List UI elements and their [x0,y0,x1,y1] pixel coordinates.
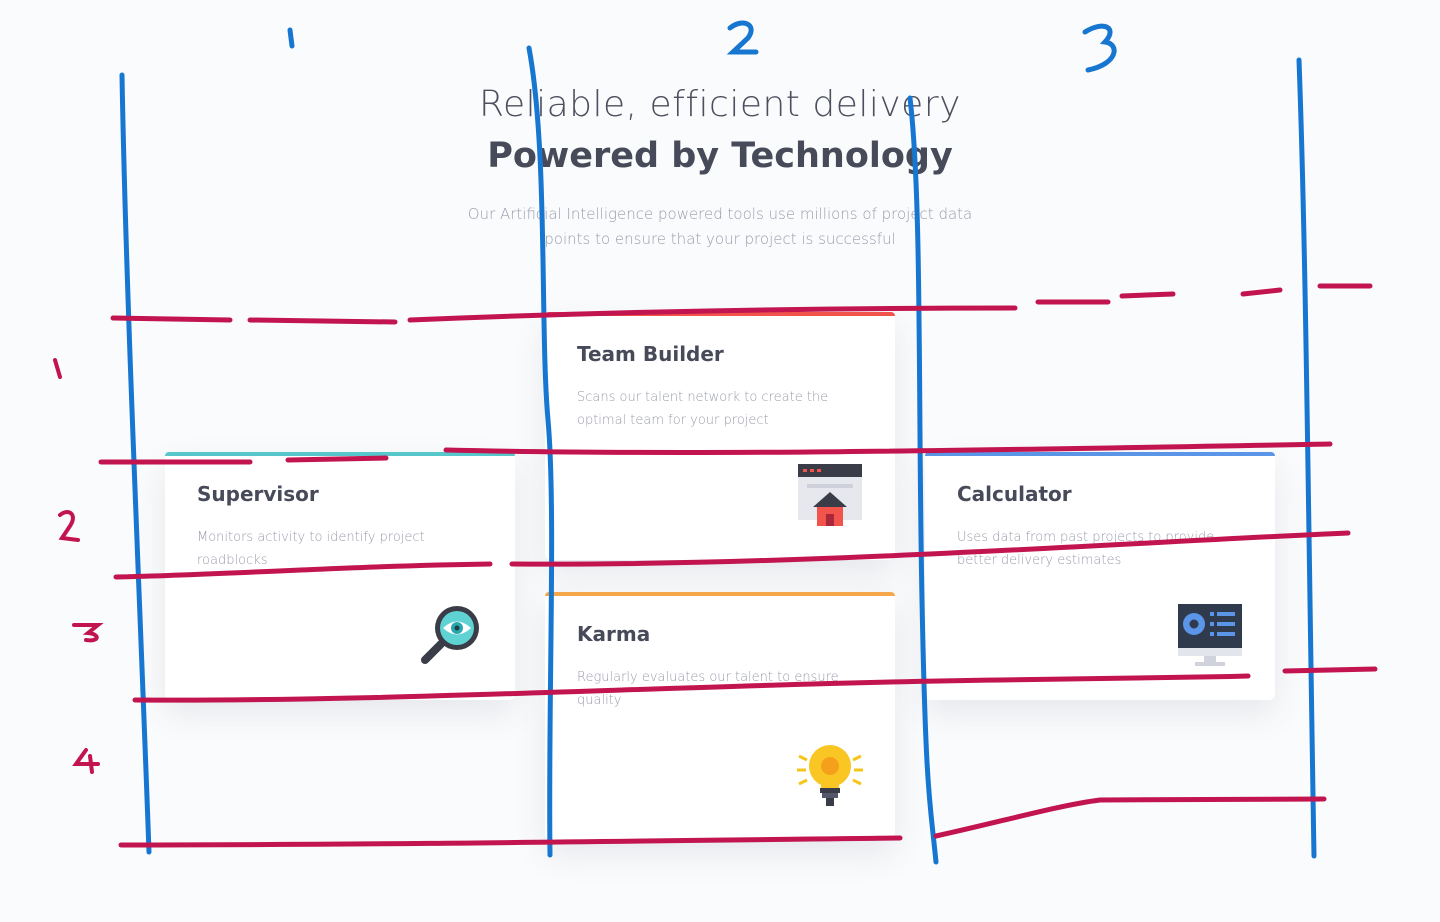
lightbulb-icon [797,745,863,806]
column-number-3 [1082,23,1117,73]
section-header: Reliable, efficient delivery Powered by … [0,82,1440,252]
section-eyebrow: Reliable, efficient delivery [479,84,961,125]
card-description: Scans our talent network to create the o… [577,390,829,428]
card-karma[interactable]: Karma Regularly evaluates our talent to … [545,592,895,840]
card-accent-bar [925,452,1275,456]
row-number-3 [72,623,104,643]
card-accent-bar [545,312,895,316]
section-title: Powered by Technology [487,136,953,176]
column-number-1 [287,27,295,49]
card-supervisor[interactable]: Supervisor Monitors activity to identify… [165,452,515,700]
card-title: Supervisor [197,482,319,506]
card-title: Team Builder [577,342,724,366]
card-accent-bar [545,592,895,596]
row-number-4 [72,748,100,774]
card-title: Calculator [957,482,1072,506]
row-numbers [53,358,104,774]
column-numbers [287,20,1117,73]
card-description: Monitors activity to identify project ro… [197,530,425,568]
card-team-builder[interactable]: Team Builder Scans our talent network to… [545,312,895,560]
section-subtitle: Our Artificial Intelligence powered tool… [467,205,973,248]
browser-house-icon [798,464,862,526]
column-number-2 [726,20,759,55]
row-number-1 [53,358,62,379]
card-description: Uses data from past projects to provide … [957,530,1215,568]
card-title: Karma [577,622,651,646]
card-calculator[interactable]: Calculator Uses data from past projects … [925,452,1275,700]
card-description: Regularly evaluates our talent to ensure… [577,670,839,708]
card-accent-bar [165,452,515,456]
magnifier-eye-icon [421,606,479,664]
monitor-dashboard-icon [1178,604,1242,666]
row-number-2 [58,510,80,542]
